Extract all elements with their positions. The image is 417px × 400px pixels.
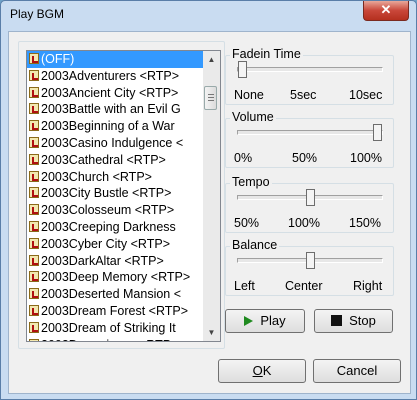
- volume-tick-mid: 50%: [292, 151, 318, 165]
- cancel-label: Cancel: [336, 363, 378, 378]
- ok-button[interactable]: OK: [218, 359, 306, 383]
- balance-tick-min: Left: [234, 279, 255, 293]
- list-item[interactable]: 2003Cyber City <RTP>: [27, 236, 203, 253]
- list-item-label: 2003Ancient City <RTP>: [41, 85, 179, 100]
- list-item[interactable]: (OFF): [27, 51, 203, 68]
- music-file-icon: [29, 153, 39, 165]
- music-file-icon: [29, 69, 39, 81]
- fadein-tick-min: None: [234, 88, 264, 102]
- list-item-label: 2003Cyber City <RTP>: [41, 236, 170, 251]
- scroll-up-arrow-icon[interactable]: ▲: [203, 51, 220, 68]
- music-file-icon: [29, 120, 39, 132]
- list-item-label: 2003Deep Memory <RTP>: [41, 270, 191, 285]
- list-item-label: 2003DarkAltar <RTP>: [41, 253, 164, 268]
- volume-track[interactable]: [237, 130, 383, 135]
- balance-slider-thumb[interactable]: [305, 252, 315, 269]
- cancel-button[interactable]: Cancel: [313, 359, 401, 383]
- play-button[interactable]: Play: [225, 309, 305, 333]
- list-item-label: 2003Beginning of a War: [41, 119, 175, 134]
- list-item[interactable]: 2003Deserted Mansion <: [27, 286, 203, 303]
- scroll-thumb[interactable]: [204, 86, 217, 110]
- list-item[interactable]: 2003Deep Memory <RTP>: [27, 269, 203, 286]
- list-item[interactable]: 2003Casino Indulgence <: [27, 135, 203, 152]
- list-item[interactable]: 2003DarkAltar <RTP>: [27, 253, 203, 270]
- volume-slider-thumb[interactable]: [373, 124, 382, 141]
- list-item[interactable]: 2003Adventurers <RTP>: [27, 68, 203, 85]
- tempo-tick-max: 150%: [349, 216, 381, 230]
- dialog-client-area: (OFF) 2003Adventurers <RTP> 2003Ancient Ci…: [8, 31, 411, 394]
- fadein-tick-max: 10sec: [349, 88, 383, 102]
- list-item-label: 2003Adventurers <RTP>: [41, 68, 180, 83]
- music-file-icon: [29, 237, 39, 249]
- close-icon: ✕: [380, 2, 392, 17]
- list-item[interactable]: 2003Battle with an Evil G: [27, 101, 203, 118]
- stop-label: Stop: [349, 313, 376, 328]
- music-file-icon: [29, 204, 39, 216]
- balance-title: Balance: [230, 238, 280, 252]
- volume-tick-max: 100%: [350, 151, 382, 165]
- ok-accelerator: O: [252, 363, 263, 378]
- music-file-icon: [29, 53, 39, 64]
- music-file-icon: [29, 271, 39, 283]
- music-file-icon: [29, 136, 39, 148]
- music-file-icon: [29, 187, 39, 199]
- tempo-tick-min: 50%: [234, 216, 260, 230]
- balance-tick-max: Right: [353, 279, 383, 293]
- tempo-slider-thumb[interactable]: [305, 189, 315, 206]
- close-button[interactable]: ✕: [363, 1, 409, 21]
- music-file-icon: [29, 170, 39, 182]
- list-item[interactable]: 2003City Bustle <RTP>: [27, 185, 203, 202]
- music-file-icon: [29, 220, 39, 232]
- fadein-track[interactable]: [237, 67, 383, 72]
- play-icon: [244, 316, 254, 326]
- volume-title: Volume: [230, 110, 276, 124]
- list-item[interactable]: 2003Ancient City <RTP>: [27, 85, 203, 102]
- ok-label: K: [262, 363, 272, 378]
- play-label: Play: [260, 313, 286, 328]
- list-item-label: 2003Church <RTP>: [41, 169, 152, 184]
- stop-button[interactable]: Stop: [314, 309, 393, 333]
- list-item[interactable]: 2003Beginning of a War: [27, 118, 203, 135]
- fadein-title: Fadein Time: [230, 47, 303, 61]
- music-file-icon: [29, 254, 39, 266]
- list-item-label: 2003City Bustle <RTP>: [41, 186, 172, 201]
- play-bgm-dialog: Play BGM ✕ (OFF) 2003Adventurers <RTP> 200…: [0, 0, 417, 400]
- bgm-list: (OFF) 2003Adventurers <RTP> 2003Ancient Ci…: [27, 51, 203, 341]
- music-file-icon: [29, 338, 39, 341]
- music-file-icon: [29, 86, 39, 98]
- tempo-tick-mid: 100%: [288, 216, 320, 230]
- scroll-down-arrow-icon[interactable]: ▼: [203, 324, 220, 341]
- list-item-label: 2003Deserted Mansion <: [41, 287, 182, 302]
- stop-icon: [331, 315, 343, 326]
- balance-tick-mid: Center: [285, 279, 323, 293]
- tempo-title: Tempo: [230, 175, 272, 189]
- music-file-icon: [29, 304, 39, 316]
- volume-tick-min: 0%: [234, 151, 253, 165]
- fadein-slider-thumb[interactable]: [238, 61, 247, 78]
- list-item[interactable]: 2003Church <RTP>: [27, 169, 203, 186]
- music-file-icon: [29, 103, 39, 115]
- music-file-icon: [29, 288, 39, 300]
- list-item[interactable]: 2003Dream of Striking It: [27, 320, 203, 337]
- list-scrollbar[interactable]: ▲ ▼: [203, 51, 220, 341]
- list-item-label: 2003Cathedral <RTP>: [41, 152, 166, 167]
- list-item[interactable]: 2003Creeping Darkness: [27, 219, 203, 236]
- list-item[interactable]: 2003Dreaminess <RTP>: [27, 337, 203, 341]
- title-bar[interactable]: Play BGM ✕: [1, 1, 416, 27]
- list-item[interactable]: 2003Colosseum <RTP>: [27, 202, 203, 219]
- list-item-label: 2003Dream of Striking It: [41, 320, 176, 335]
- list-item[interactable]: 2003Dream Forest <RTP>: [27, 303, 203, 320]
- list-item-label: 2003Dream Forest <RTP>: [41, 303, 189, 318]
- music-file-icon: [29, 321, 39, 333]
- list-item-label: 2003Battle with an Evil G: [41, 102, 181, 117]
- list-item-label: (OFF): [41, 52, 75, 66]
- list-item[interactable]: 2003Cathedral <RTP>: [27, 152, 203, 169]
- list-item-label: 2003Colosseum <RTP>: [41, 203, 175, 218]
- list-item-label: 2003Casino Indulgence <: [41, 135, 184, 150]
- bgm-listbox[interactable]: (OFF) 2003Adventurers <RTP> 2003Ancient Ci…: [26, 50, 221, 342]
- window-title: Play BGM: [10, 7, 65, 21]
- fadein-tick-mid: 5sec: [290, 88, 317, 102]
- list-item-label: 2003Dreaminess <RTP>: [41, 338, 178, 341]
- list-item-label: 2003Creeping Darkness: [41, 219, 176, 234]
